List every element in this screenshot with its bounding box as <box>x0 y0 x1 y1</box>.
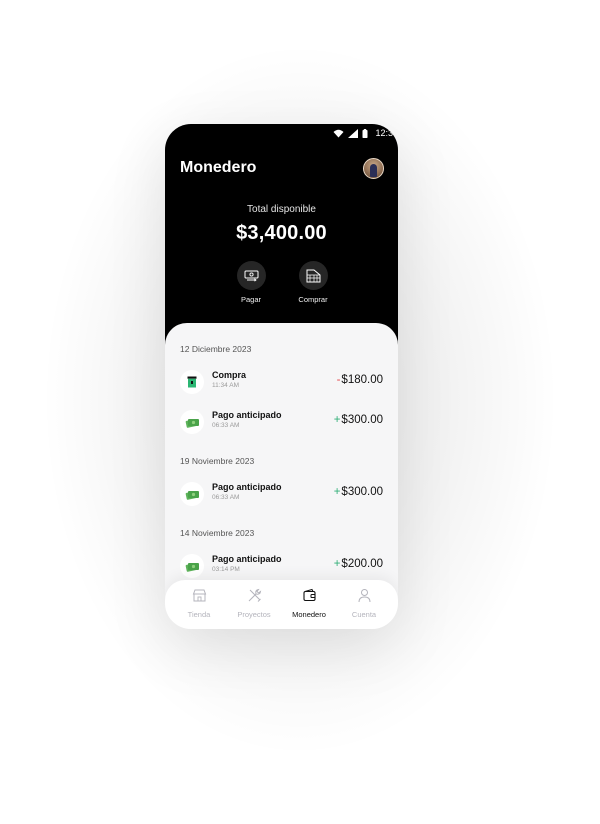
nav-label: Proyectos <box>237 610 271 619</box>
nav-label: Cuenta <box>351 610 377 619</box>
transaction-name: Pago anticipado <box>212 482 282 492</box>
money-bills-icon <box>185 562 199 572</box>
battery-icon <box>362 128 368 138</box>
transaction-time: 06:33 AM <box>212 494 240 501</box>
bottom-nav: Tienda Proyectos Monedero Cuenta <box>165 580 398 629</box>
store-icon <box>192 589 206 602</box>
money-bills-icon <box>185 418 199 428</box>
transaction-time: 11:34 AM <box>212 382 239 389</box>
transaction-amount: -$180.00 <box>336 374 383 386</box>
status-bar: 12:30 <box>333 126 398 140</box>
transaction-amount: +$200.00 <box>333 558 383 570</box>
pay-label: Pagar <box>240 295 261 304</box>
nav-label: Tienda <box>187 610 211 619</box>
nav-item-monedero[interactable]: Monedero <box>284 588 334 619</box>
transaction-row[interactable]: Pago anticipado 03:14 PM +$200.00 <box>180 553 383 581</box>
pay-button[interactable]: Pagar <box>221 261 281 304</box>
nav-item-proyectos[interactable]: Proyectos <box>229 588 279 619</box>
cellular-icon <box>348 128 359 138</box>
shopping-bag-icon <box>187 376 197 388</box>
nav-item-cuenta[interactable]: Cuenta <box>339 588 389 619</box>
avatar[interactable] <box>363 158 384 179</box>
transaction-row[interactable]: Pago anticipado 06:33 AM +$300.00 <box>180 409 383 437</box>
transaction-name: Pago anticipado <box>212 554 282 564</box>
date-header: 14 Noviembre 2023 <box>180 528 255 538</box>
buy-label: Comprar <box>298 295 328 304</box>
phone-screen: 12:30 Monedero Total disponible $3,400.0… <box>165 124 398 629</box>
page-title: Monedero <box>180 159 257 176</box>
buy-icon <box>306 269 320 282</box>
balance-label: Total disponible <box>247 204 316 215</box>
transaction-time: 03:14 PM <box>212 566 240 573</box>
transaction-row[interactable]: Compra 11:34 AM -$180.00 <box>180 369 383 397</box>
transaction-name: Compra <box>212 370 247 380</box>
tools-icon <box>248 588 261 602</box>
transaction-name: Pago anticipado <box>212 410 282 420</box>
nav-label: Monedero <box>292 610 326 619</box>
status-time: 12:30 <box>375 128 398 138</box>
transaction-amount: +$300.00 <box>333 486 383 498</box>
wallet-header: 12:30 Monedero Total disponible $3,400.0… <box>165 124 398 349</box>
balance-amount: $3,400.00 <box>236 222 327 244</box>
date-header: 19 Noviembre 2023 <box>180 456 255 466</box>
wifi-icon <box>333 129 344 137</box>
date-header: 12 Diciembre 2023 <box>180 344 252 354</box>
transaction-amount: +$300.00 <box>333 414 383 426</box>
transaction-row[interactable]: Pago anticipado 06:33 AM +$300.00 <box>180 481 383 509</box>
money-bills-icon <box>185 490 199 500</box>
transaction-time: 06:33 AM <box>212 422 240 429</box>
pay-icon <box>244 270 258 282</box>
buy-button[interactable]: Comprar <box>283 261 343 304</box>
wallet-icon <box>302 588 316 602</box>
user-icon <box>358 589 370 603</box>
nav-item-tienda[interactable]: Tienda <box>174 588 224 619</box>
